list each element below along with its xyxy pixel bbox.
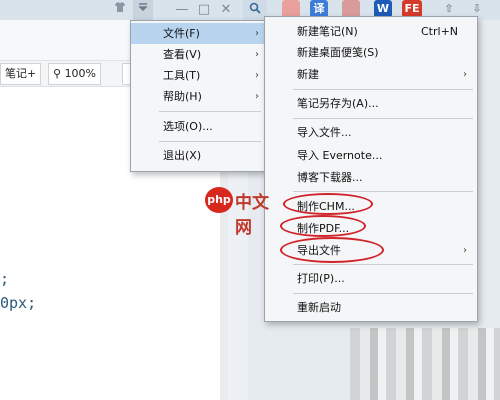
- watermark-logo: php: [205, 187, 233, 213]
- menu-item-import-evernote[interactable]: 导入 Evernote...: [265, 145, 477, 166]
- chevron-right-icon: ›: [463, 245, 467, 256]
- dropdown-menu-icon[interactable]: [133, 0, 153, 20]
- menu-separator: [159, 111, 261, 112]
- zoom-level: 100%: [64, 67, 97, 80]
- menu-item-view[interactable]: 查看(V) ›: [131, 44, 265, 65]
- maximize-icon[interactable]: □: [194, 0, 214, 20]
- menu-separator: [293, 89, 473, 90]
- minimize-icon[interactable]: —: [172, 0, 192, 20]
- chevron-right-icon: ›: [255, 28, 259, 39]
- chevron-right-icon: ›: [255, 49, 259, 60]
- close-icon[interactable]: ✕: [216, 0, 236, 20]
- menu-separator: [293, 191, 473, 192]
- annotation-oval: [280, 215, 366, 237]
- menu-item-options[interactable]: 选项(O)...: [131, 116, 265, 137]
- watermark-text: 中文网: [235, 193, 269, 238]
- zoom-button[interactable]: ⚲ 100%: [48, 63, 102, 85]
- menu-item-blog-downloader[interactable]: 博客下载器...: [265, 167, 477, 188]
- chevron-right-icon: ›: [463, 69, 467, 80]
- menu-separator: [293, 264, 473, 265]
- shirt-icon[interactable]: [110, 0, 130, 20]
- annotation-oval: [283, 193, 373, 215]
- menu-item-file[interactable]: 文件(F) ›: [131, 23, 265, 44]
- menu-item-new-sticky[interactable]: 新建桌面便笺(S): [265, 42, 477, 63]
- menu-item-exit[interactable]: 退出(X): [131, 145, 265, 166]
- menu-item-new[interactable]: 新建 ›: [265, 64, 477, 85]
- blurred-image: [350, 328, 500, 400]
- zoom-icon: ⚲: [53, 67, 62, 80]
- annotation-oval: [280, 237, 384, 263]
- menu-item-tools[interactable]: 工具(T) ›: [131, 65, 265, 86]
- code-line: 0px;: [0, 294, 37, 312]
- main-menu: 文件(F) › 查看(V) › 工具(T) › 帮助(H) › 选项(O)...…: [130, 20, 266, 172]
- menu-item-save-as[interactable]: 笔记另存为(A)...: [265, 93, 477, 114]
- menu-separator: [159, 141, 261, 142]
- code-line: ;: [0, 270, 10, 288]
- watermark: php 中文网: [205, 187, 285, 238]
- menu-separator: [293, 293, 473, 294]
- shortcut-label: Ctrl+N: [421, 25, 459, 38]
- file-submenu: 新建笔记(N) Ctrl+N 新建桌面便笺(S) 新建 › 笔记另存为(A)..…: [264, 16, 478, 322]
- menu-item-import-file[interactable]: 导入文件...: [265, 122, 477, 143]
- menu-separator: [293, 118, 473, 119]
- note-add-button[interactable]: 笔记+: [0, 63, 42, 85]
- menu-item-help[interactable]: 帮助(H) ›: [131, 86, 265, 107]
- chevron-right-icon: ›: [255, 91, 259, 102]
- menu-item-print[interactable]: 打印(P)...: [265, 268, 477, 289]
- chevron-right-icon: ›: [255, 70, 259, 81]
- menu-item-restart[interactable]: 重新启动: [265, 297, 477, 318]
- menu-item-new-note[interactable]: 新建笔记(N) Ctrl+N: [265, 21, 477, 42]
